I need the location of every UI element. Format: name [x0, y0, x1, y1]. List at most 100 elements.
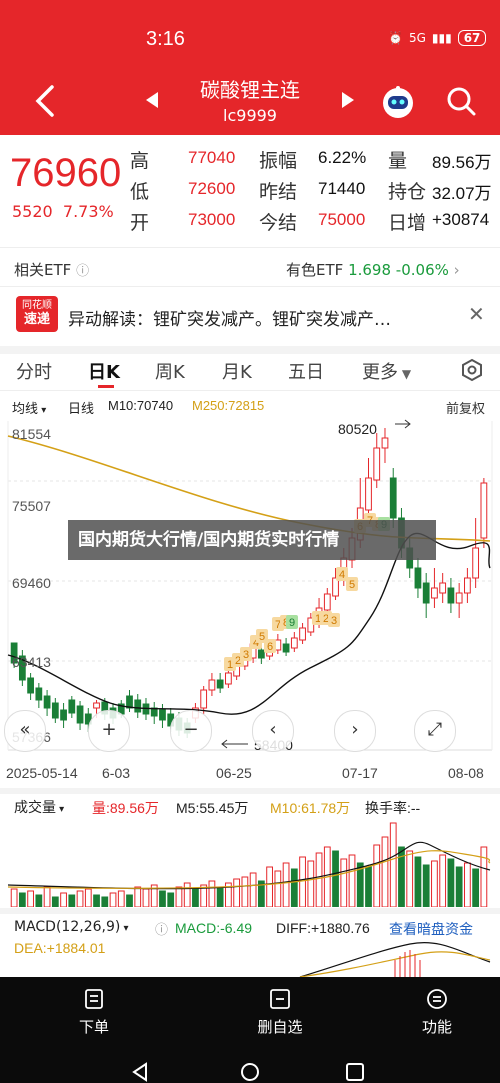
- back-arrow-icon[interactable]: [32, 84, 60, 118]
- divider: [0, 788, 500, 794]
- menu-icon: [427, 989, 447, 1009]
- quote-value: 71440: [318, 179, 366, 198]
- volume-bar: [365, 866, 372, 907]
- volume-bar: [84, 888, 92, 907]
- related-etf-label[interactable]: 相关ETF ⓘ: [14, 259, 89, 280]
- candle-body: [134, 699, 142, 713]
- divider: [0, 346, 500, 354]
- volume-bar: [282, 862, 290, 907]
- volume-bar: [472, 868, 480, 907]
- quote-value: 32.07万: [432, 184, 492, 203]
- watermark-overlay-banner: 国内期货大行情/国内期货实时行情: [68, 520, 436, 560]
- search-icon[interactable]: [446, 86, 476, 116]
- scroll-back-icon[interactable]: ‹: [252, 710, 294, 752]
- candle-body: [257, 649, 265, 659]
- status-icons: ⏰ 5G ▮▮▮ 67: [388, 30, 487, 46]
- nav-functions-label: 功能: [421, 1018, 452, 1036]
- tab-weekly-k[interactable]: 周K: [155, 358, 185, 384]
- volume-chart: [7, 822, 491, 907]
- badge-bottom-text: 速递: [23, 312, 50, 327]
- quote-label: 日增: [388, 212, 427, 234]
- candle-body: [60, 709, 67, 721]
- volume-bar: [274, 870, 282, 907]
- candle-body: [373, 447, 381, 481]
- zoom-in-icon[interactable]: +: [88, 710, 130, 752]
- signal-marker: 3: [328, 613, 340, 627]
- volume-bar: [348, 854, 356, 907]
- candle-body: [216, 679, 224, 689]
- scroll-left-icon[interactable]: «: [4, 710, 46, 752]
- tab-intraday[interactable]: 分时: [16, 358, 52, 384]
- volume-bar: [233, 878, 241, 907]
- candle-body: [381, 437, 389, 449]
- tab-daily-k[interactable]: 日K: [88, 358, 120, 384]
- nav-order-label: 下单: [78, 1018, 109, 1036]
- tab-more[interactable]: 更多 ▼: [362, 358, 411, 384]
- next-triangle-icon[interactable]: [340, 92, 354, 108]
- volume-title: 成交量: [14, 800, 56, 816]
- candle-body: [447, 587, 455, 604]
- nav-functions[interactable]: 功能: [397, 988, 477, 1037]
- quote-value: 6.22%: [318, 148, 367, 167]
- change-value: 5520: [12, 202, 53, 221]
- info-icon: ⓘ: [76, 264, 90, 279]
- ma250-value: M250:72815: [192, 398, 265, 413]
- signal-marker: 9: [286, 615, 298, 629]
- robot-assistant-icon[interactable]: [381, 85, 415, 119]
- candle-body: [455, 592, 463, 604]
- tab-five-day[interactable]: 五日: [288, 358, 324, 384]
- remove-watchlist-icon: [270, 989, 290, 1009]
- date-label-2: 6-03: [102, 765, 131, 781]
- settings-icon[interactable]: [460, 358, 484, 382]
- adjust-mode[interactable]: 前复权: [446, 398, 485, 417]
- volume-bar: [447, 858, 455, 907]
- candle-body: [93, 702, 100, 709]
- fullscreen-icon[interactable]: ⤢: [414, 710, 456, 752]
- news-headline[interactable]: 异动解读：锂矿突发减产。锂矿突发减产…: [68, 305, 448, 330]
- etf-quote[interactable]: 有色ETF 1.698 -0.06% ›: [286, 259, 460, 280]
- quote-value: 72600: [188, 179, 236, 198]
- close-icon[interactable]: ✕: [468, 302, 485, 326]
- volume-bar: [299, 856, 306, 907]
- quote-value: 73000: [188, 210, 236, 229]
- prev-triangle-icon[interactable]: [146, 92, 160, 108]
- volume-bar: [414, 856, 422, 907]
- signal-marker: 6: [264, 639, 276, 653]
- date-label-1: 2025-05-14: [6, 765, 78, 781]
- dropdown-icon: ▾: [56, 804, 65, 815]
- contract-code: lc9999: [223, 106, 277, 125]
- status-time: 3:16: [146, 28, 185, 50]
- system-recents-icon[interactable]: [345, 1062, 365, 1082]
- volume-bar: [373, 844, 381, 907]
- ma10-value: M10:70740: [108, 398, 174, 413]
- volume-bar: [27, 890, 34, 907]
- nav-remove-watchlist[interactable]: 删自选: [240, 988, 320, 1037]
- network-label: 5G: [408, 31, 426, 45]
- scroll-forward-icon[interactable]: ›: [334, 710, 376, 752]
- volume-selector[interactable]: 成交量 ▾: [14, 797, 64, 817]
- volume-bar: [109, 892, 117, 907]
- tab-monthly-k[interactable]: 月K: [222, 358, 252, 384]
- system-home-icon[interactable]: [240, 1062, 260, 1082]
- candle-body: [282, 643, 290, 653]
- candle-body: [472, 547, 480, 579]
- volume-bars: [10, 822, 488, 907]
- candle-body: [464, 577, 471, 594]
- volume-bar: [216, 886, 224, 907]
- system-back-icon[interactable]: [130, 1062, 150, 1082]
- battery-level: 67: [457, 30, 487, 46]
- zoom-out-icon[interactable]: −: [170, 710, 212, 752]
- ma-selector[interactable]: 均线 ▾: [12, 398, 46, 417]
- volume-bar: [68, 894, 76, 907]
- tab-more-label: 更多: [362, 362, 398, 383]
- nav-order[interactable]: 下单: [54, 988, 134, 1037]
- volume-bar: [183, 882, 191, 907]
- volume-bar: [159, 890, 166, 907]
- volume-bar: [18, 892, 26, 907]
- page-title: 碳酸锂主连: [200, 78, 300, 102]
- signal-number: 5: [349, 579, 355, 591]
- candle-body: [323, 593, 331, 611]
- quote-label: 振幅: [259, 150, 298, 172]
- high-price-mark: 80520: [338, 421, 377, 437]
- quote-label: 今结: [259, 212, 298, 234]
